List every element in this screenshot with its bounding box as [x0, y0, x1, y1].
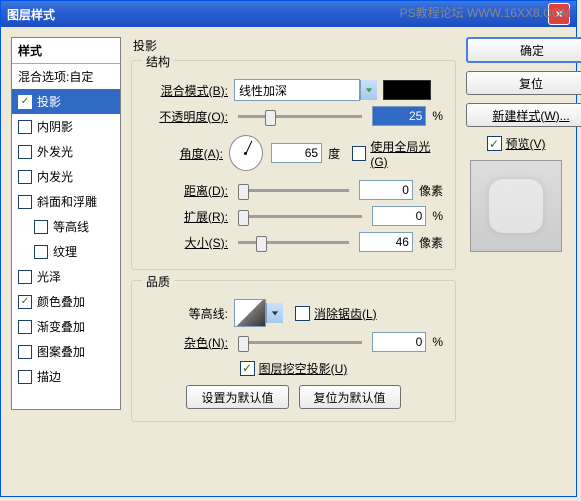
opacity-input[interactable]: 25	[372, 106, 426, 126]
style-color-overlay[interactable]: ✓颜色叠加	[12, 289, 120, 314]
distance-slider[interactable]	[238, 189, 349, 192]
watermark: PS教程论坛 WWW.16XX8.COM	[400, 4, 571, 21]
angle-dial[interactable]	[229, 135, 263, 171]
structure-fieldset: 结构 混合模式(B): 线性加深 不透明度(O): 25 % 角度(A):	[131, 60, 456, 270]
angle-unit: 度	[328, 145, 340, 162]
reset-button[interactable]: 复位	[466, 71, 581, 95]
reset-default-button[interactable]: 复位为默认值	[299, 385, 401, 409]
style-satin[interactable]: 光泽	[12, 264, 120, 289]
size-unit: 像素	[419, 234, 443, 251]
style-outer-glow[interactable]: 外发光	[12, 139, 120, 164]
set-default-button[interactable]: 设置为默认值	[186, 385, 288, 409]
size-slider[interactable]	[238, 241, 349, 244]
size-label: 大小(S):	[144, 234, 234, 251]
spread-input[interactable]: 0	[372, 206, 426, 226]
window-title: 图层样式	[7, 6, 55, 23]
settings-column: 投影 结构 混合模式(B): 线性加深 不透明度(O): 25 % 角度(A):	[131, 37, 456, 432]
checkbox-icon[interactable]	[18, 195, 32, 209]
noise-input[interactable]: 0	[372, 332, 426, 352]
style-inner-glow[interactable]: 内发光	[12, 164, 120, 189]
spread-slider[interactable]	[238, 215, 362, 218]
style-stroke[interactable]: 描边	[12, 364, 120, 389]
preview-checkbox[interactable]: ✓	[487, 136, 502, 151]
right-column: 确定 复位 新建样式(W)... ✓ 预览(V)	[466, 37, 566, 432]
global-light-checkbox[interactable]	[352, 146, 366, 161]
global-light-label[interactable]: 使用全局光(G)	[370, 138, 443, 169]
color-swatch[interactable]	[383, 80, 431, 100]
noise-unit: %	[432, 335, 443, 349]
knockout-label[interactable]: 图层挖空投影(U)	[259, 360, 348, 377]
opacity-label: 不透明度(O):	[144, 108, 234, 125]
style-pattern-overlay[interactable]: 图案叠加	[12, 339, 120, 364]
checkbox-icon[interactable]	[18, 170, 32, 184]
preview-thumbnail	[470, 160, 562, 252]
angle-label: 角度(A):	[144, 145, 229, 162]
checkbox-icon[interactable]	[18, 320, 32, 334]
ok-button[interactable]: 确定	[466, 37, 581, 63]
styles-header[interactable]: 样式	[11, 37, 121, 64]
checkbox-icon[interactable]: ✓	[18, 295, 32, 309]
checkbox-icon[interactable]	[34, 245, 48, 259]
styles-list: 混合选项:自定 ✓投影 内阴影 外发光 内发光 斜面和浮雕 等高线 纹理 光泽 …	[11, 64, 121, 410]
size-input[interactable]: 46	[359, 232, 413, 252]
contour-picker[interactable]	[234, 299, 266, 327]
spread-unit: %	[432, 209, 443, 223]
opacity-slider[interactable]	[238, 115, 362, 118]
distance-unit: 像素	[419, 182, 443, 199]
style-texture[interactable]: 纹理	[12, 239, 120, 264]
antialias-label[interactable]: 消除锯齿(L)	[314, 305, 377, 322]
checkbox-icon[interactable]	[18, 370, 32, 384]
blend-mode-label: 混合模式(B):	[144, 82, 234, 99]
style-bevel[interactable]: 斜面和浮雕	[12, 189, 120, 214]
checkbox-icon[interactable]	[18, 345, 32, 359]
contour-dropdown-icon[interactable]	[266, 303, 283, 323]
checkbox-icon[interactable]	[18, 270, 32, 284]
contour-label: 等高线:	[144, 305, 234, 322]
angle-input[interactable]: 65	[271, 143, 322, 163]
checkbox-icon[interactable]	[34, 220, 48, 234]
distance-input[interactable]: 0	[359, 180, 413, 200]
spread-label: 扩展(R):	[144, 208, 234, 225]
blend-mode-select[interactable]: 线性加深	[234, 79, 360, 101]
quality-legend: 品质	[142, 273, 174, 290]
quality-fieldset: 品质 等高线: 消除锯齿(L) 杂色(N): 0 % ✓ 图层挖空投影(U)	[131, 280, 456, 422]
checkbox-icon[interactable]	[18, 145, 32, 159]
dialog-window: 图层样式 × 样式 混合选项:自定 ✓投影 内阴影 外发光 内发光 斜面和浮雕 …	[0, 0, 577, 497]
new-style-button[interactable]: 新建样式(W)...	[466, 103, 581, 127]
preview-label[interactable]: 预览(V)	[506, 135, 546, 152]
dropdown-icon[interactable]	[360, 80, 377, 100]
checkbox-icon[interactable]	[18, 120, 32, 134]
antialias-checkbox[interactable]	[295, 306, 310, 321]
style-gradient-overlay[interactable]: 渐变叠加	[12, 314, 120, 339]
style-blend-options[interactable]: 混合选项:自定	[12, 64, 120, 89]
knockout-checkbox[interactable]: ✓	[240, 361, 255, 376]
distance-label: 距离(D):	[144, 182, 234, 199]
noise-label: 杂色(N):	[144, 334, 234, 351]
opacity-unit: %	[432, 109, 443, 123]
checkbox-icon[interactable]: ✓	[18, 95, 32, 109]
structure-legend: 结构	[142, 53, 174, 70]
style-inner-shadow[interactable]: 内阴影	[12, 114, 120, 139]
panel-title: 投影	[133, 37, 456, 54]
style-drop-shadow[interactable]: ✓投影	[12, 89, 120, 114]
styles-column: 样式 混合选项:自定 ✓投影 内阴影 外发光 内发光 斜面和浮雕 等高线 纹理 …	[11, 37, 121, 432]
noise-slider[interactable]	[238, 341, 362, 344]
style-contour[interactable]: 等高线	[12, 214, 120, 239]
